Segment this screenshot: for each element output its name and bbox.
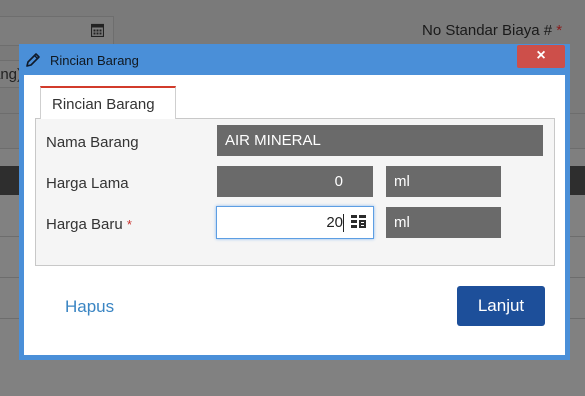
pencil-icon: [26, 53, 40, 67]
background-standard-cost-label: No Standar Biaya # *: [422, 22, 563, 39]
calendar-icon: [91, 23, 104, 37]
continue-button[interactable]: Lanjut: [457, 286, 545, 326]
modal-body: Rincian Barang Nama Barang AIR MINERAL H…: [24, 75, 565, 355]
modal-title: Rincian Barang: [50, 53, 139, 68]
item-detail-modal: Rincian Barang × Rincian Barang Nama Bar…: [19, 44, 570, 360]
old-price-unit: ml: [386, 166, 501, 197]
new-price-label: Harga Baru *: [46, 216, 132, 233]
delete-link[interactable]: Hapus: [65, 297, 114, 317]
item-detail-panel: Nama Barang AIR MINERAL Harga Lama 0 ml …: [35, 118, 555, 266]
old-price-label: Harga Lama: [46, 175, 129, 192]
close-button[interactable]: ×: [517, 45, 565, 68]
item-name-label: Nama Barang: [46, 134, 139, 151]
new-price-unit: ml: [386, 207, 501, 238]
calculator-icon[interactable]: [351, 215, 367, 230]
old-price-field: 0: [217, 166, 373, 197]
modal-header: Rincian Barang ×: [19, 44, 570, 75]
required-mark: *: [126, 217, 132, 232]
tab-item-detail[interactable]: Rincian Barang: [40, 86, 176, 119]
item-name-field: AIR MINERAL: [217, 125, 543, 156]
new-price-input[interactable]: 20: [216, 206, 374, 239]
text-cursor: [343, 214, 344, 232]
required-mark: *: [556, 22, 563, 39]
